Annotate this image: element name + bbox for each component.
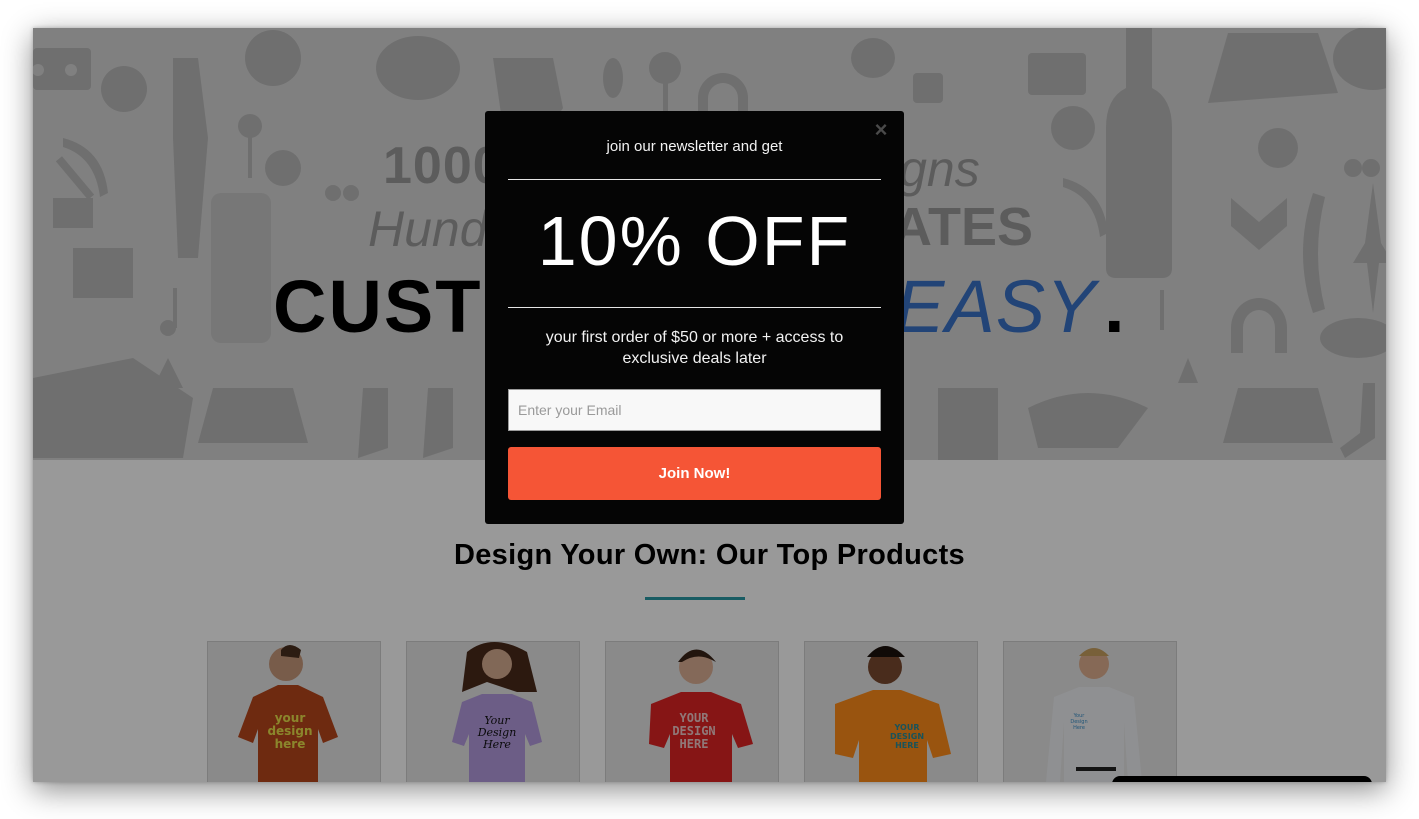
divider [508,307,881,308]
newsletter-modal: × join our newsletter and get 10% OFF yo… [485,111,904,524]
discount-offer: 10% OFF [537,202,852,280]
divider [508,179,881,180]
modal-intro-text: join our newsletter and get [606,138,783,155]
join-now-button[interactable]: Join Now! [508,447,881,500]
offer-description: your first order of $50 or more + access… [545,329,844,367]
email-input[interactable] [508,389,881,431]
close-icon[interactable]: × [872,119,890,141]
browser-window: 1000 igns Hund ATES CUST EASY . Design Y… [33,28,1386,782]
